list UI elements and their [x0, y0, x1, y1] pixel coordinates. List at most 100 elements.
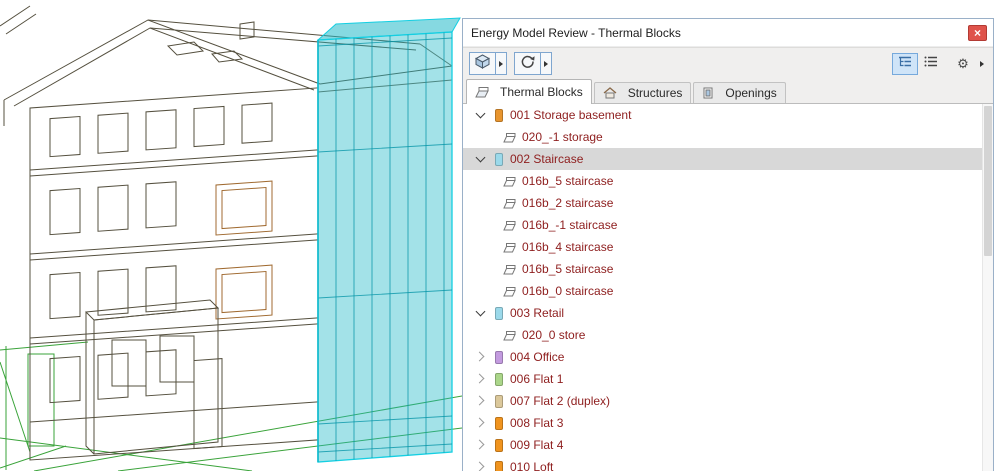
- zone-plan-icon: [503, 132, 516, 143]
- energy-model-button[interactable]: [469, 52, 496, 75]
- palette-toolbar: ⚙: [463, 47, 993, 79]
- zone-plan-icon: [503, 220, 516, 231]
- close-button[interactable]: ×: [968, 25, 987, 41]
- tab-label: Thermal Blocks: [500, 85, 583, 99]
- tree-group-label: 006 Flat 1: [510, 372, 563, 386]
- openings-tab-icon: [702, 87, 714, 99]
- thermal-block-color-swatch: [495, 351, 503, 364]
- thermal-block-color-swatch: [495, 417, 503, 430]
- tree-item[interactable]: 016b_-1 staircase: [463, 214, 993, 236]
- tree-group[interactable]: 008 Flat 3: [463, 412, 993, 434]
- chevron-down-icon[interactable]: [475, 307, 487, 319]
- chevron-right-icon[interactable]: [475, 417, 487, 429]
- tree-group-label: 001 Storage basement: [510, 108, 631, 122]
- tab-structures[interactable]: Structures: [594, 82, 692, 103]
- thermal-block-color-swatch: [495, 109, 503, 122]
- zone-plan-icon: [503, 198, 516, 209]
- tree-item[interactable]: 016b_5 staircase: [463, 170, 993, 192]
- tree-view-icon: [897, 55, 913, 73]
- close-icon: ×: [974, 26, 981, 40]
- tree-group-label: 009 Flat 4: [510, 438, 563, 452]
- energy-model-cube-icon: [474, 54, 491, 74]
- selected-thermal-block-staircase[interactable]: [318, 18, 460, 462]
- structures-tab-icon: [603, 87, 617, 99]
- list-view-button[interactable]: [918, 53, 944, 75]
- chevron-right-icon[interactable]: [475, 439, 487, 451]
- chevron-right-icon[interactable]: [475, 373, 487, 385]
- tree-group-label: 003 Retail: [510, 306, 564, 320]
- flyout-arrow-icon: [499, 61, 503, 67]
- thermal-blocks-tree: 001 Storage basement 020_-1 storage 002 …: [463, 104, 993, 471]
- palette-titlebar[interactable]: Energy Model Review - Thermal Blocks ×: [463, 19, 993, 47]
- flyout-arrow-icon: [544, 61, 548, 67]
- tree-group-selected[interactable]: 002 Staircase: [463, 148, 993, 170]
- tree-item[interactable]: 016b_0 staircase: [463, 280, 993, 302]
- tree-group-label: 008 Flat 3: [510, 416, 563, 430]
- zone-plan-icon: [503, 264, 516, 275]
- tree-group[interactable]: 007 Flat 2 (duplex): [463, 390, 993, 412]
- tree-item[interactable]: 020_-1 storage: [463, 126, 993, 148]
- tree-group-label: 010 Loft: [510, 460, 553, 471]
- tree-item-label: 016b_-1 staircase: [522, 218, 617, 232]
- tree-group-label: 004 Office: [510, 350, 564, 364]
- palette-tabstrip: Thermal Blocks Structures Openings: [463, 79, 993, 104]
- building-wireframe: [0, 0, 462, 471]
- tree-group[interactable]: 009 Flat 4: [463, 434, 993, 456]
- tree-group[interactable]: 006 Flat 1: [463, 368, 993, 390]
- settings-flyout-arrow[interactable]: [976, 52, 987, 75]
- settings-button[interactable]: ⚙: [950, 52, 976, 74]
- update-flyout-arrow[interactable]: [540, 52, 552, 75]
- thermal-block-color-swatch: [495, 461, 503, 471]
- zone-plan-icon: [503, 176, 516, 187]
- tab-openings[interactable]: Openings: [693, 82, 785, 103]
- tree-group[interactable]: 010 Loft: [463, 456, 993, 471]
- tree-item[interactable]: 016b_4 staircase: [463, 236, 993, 258]
- gear-icon: ⚙: [957, 57, 969, 70]
- zone-plan-icon: [503, 330, 516, 341]
- tree-item-label: 016b_5 staircase: [522, 174, 613, 188]
- tree-view-button[interactable]: [892, 53, 918, 75]
- thermal-block-color-swatch: [495, 307, 503, 320]
- tree-item[interactable]: 020_0 store: [463, 324, 993, 346]
- update-button-group: [514, 52, 552, 75]
- balcony-wireframe: [216, 181, 272, 319]
- facade-wireframe: [30, 88, 318, 460]
- energy-model-button-group: [469, 52, 507, 75]
- tree-item[interactable]: 016b_5 staircase: [463, 258, 993, 280]
- wing-wireframe: [86, 300, 218, 454]
- zone-plan-icon: [503, 286, 516, 297]
- tree-group-label: 007 Flat 2 (duplex): [510, 394, 610, 408]
- tree-group[interactable]: 004 Office: [463, 346, 993, 368]
- tree-group[interactable]: 003 Retail: [463, 302, 993, 324]
- zone-plan-icon: [503, 242, 516, 253]
- settings-button-group: ⚙: [950, 52, 987, 75]
- tree-group-label: 002 Staircase: [510, 152, 583, 166]
- chevron-down-icon[interactable]: [475, 153, 487, 165]
- thermal-block-color-swatch: [495, 153, 503, 166]
- vertical-scrollbar[interactable]: [982, 104, 993, 471]
- scrollbar-thumb[interactable]: [984, 106, 992, 256]
- update-refresh-button[interactable]: [514, 52, 541, 75]
- tree-item-label: 016b_2 staircase: [522, 196, 613, 210]
- chevron-right-icon[interactable]: [475, 461, 487, 471]
- tree-item-label: 020_-1 storage: [522, 130, 603, 144]
- tree-group[interactable]: 001 Storage basement: [463, 104, 993, 126]
- thermal-block-tab-icon: [475, 86, 489, 98]
- thermal-block-color-swatch: [495, 395, 503, 408]
- palette-title: Energy Model Review - Thermal Blocks: [471, 26, 681, 40]
- tree-item[interactable]: 016b_2 staircase: [463, 192, 993, 214]
- tab-thermal-blocks[interactable]: Thermal Blocks: [466, 79, 592, 104]
- chevron-right-icon[interactable]: [475, 395, 487, 407]
- tab-label: Openings: [725, 86, 776, 100]
- 3d-model-view[interactable]: [0, 0, 462, 471]
- energy-model-review-palette: Energy Model Review - Thermal Blocks ×: [462, 18, 994, 471]
- tree-item-label: 016b_0 staircase: [522, 284, 613, 298]
- energy-model-flyout-arrow[interactable]: [495, 52, 507, 75]
- list-view-icon: [923, 55, 939, 73]
- tree-item-label: 016b_4 staircase: [522, 240, 613, 254]
- thermal-block-color-swatch: [495, 373, 503, 386]
- tab-label: Structures: [628, 86, 683, 100]
- chevron-right-icon[interactable]: [475, 351, 487, 363]
- thermal-block-color-swatch: [495, 439, 503, 452]
- chevron-down-icon[interactable]: [475, 109, 487, 121]
